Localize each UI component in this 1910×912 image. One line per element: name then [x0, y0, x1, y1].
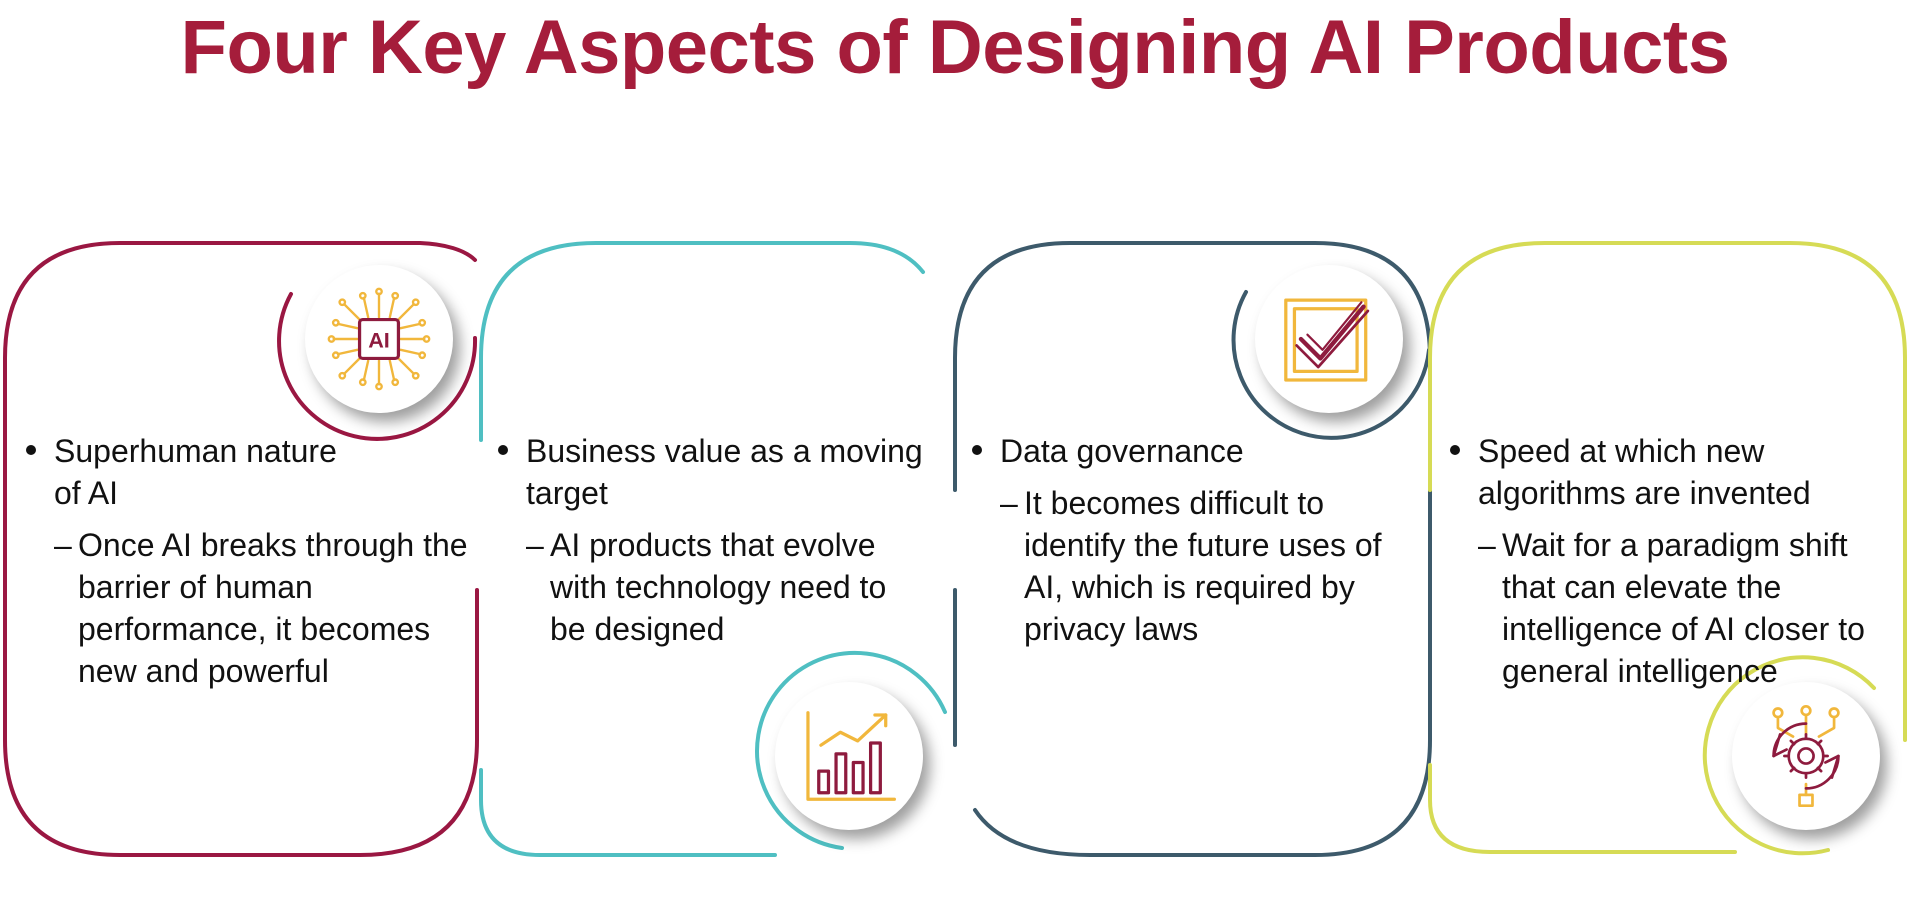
card-3-subpoint: – It becomes difficult to identify the fu… [972, 482, 1424, 650]
card-2-point-text: Business value as a moving target [526, 433, 923, 511]
card-1-subpoint-text: Once AI breaks through the barrier of hu… [78, 527, 468, 689]
card-2-subpoint-text: AI products that evolve with technology … [550, 527, 887, 647]
card-1-subpoint: – Once AI breaks through the barrier of h… [26, 524, 468, 692]
growth-chart-icon [806, 711, 896, 801]
card-1-text: Superhuman nature of AI – Once AI breaks … [26, 430, 476, 692]
card-4-subpoint-text: Wait for a paradigm shift that can eleva… [1502, 527, 1865, 689]
card-2-border [479, 241, 925, 442]
checkmark-icon [1284, 298, 1370, 382]
card-3-subpoint-text: It becomes difficult to identify the fut… [1024, 485, 1382, 647]
dash-marker: – [1000, 485, 1018, 521]
card-2-point: Business value as a moving target [498, 430, 966, 514]
card-2-bottom-border [479, 768, 777, 857]
card-4-bottom-border [1428, 763, 1737, 854]
checkmark-icon-circle [1255, 265, 1403, 413]
card-4-point-text: Speed at which new algorithms are invent… [1478, 433, 1811, 511]
card-3-point-text: Data governance [1000, 433, 1244, 469]
ai-chip-icon: AI [327, 287, 431, 391]
dash-marker: – [526, 527, 544, 563]
card-1-point-text: Superhuman nature of AI [54, 433, 337, 511]
card-1-point: Superhuman nature of AI [26, 430, 344, 514]
gear-network-icon [1772, 704, 1840, 808]
ai-chip-icon-circle: AI [305, 265, 453, 413]
dash-marker: – [54, 527, 72, 563]
card-3-point: Data governance [972, 430, 1400, 472]
card-4-subpoint: – Wait for a paradigm shift that can elev… [1450, 524, 1902, 692]
card-4-point: Speed at which new algorithms are invent… [1450, 430, 1888, 514]
card-2-text: Business value as a moving target – AI pr… [498, 430, 958, 650]
gear-network-icon-circle [1732, 682, 1880, 830]
dash-marker: – [1478, 527, 1496, 563]
card-2-subpoint: – AI products that evolve with technology… [498, 524, 930, 650]
svg-text:AI: AI [368, 328, 390, 353]
growth-chart-icon-circle [775, 682, 923, 830]
card-3-text: Data governance – It becomes difficult to… [972, 430, 1422, 650]
card-4-text: Speed at which new algorithms are invent… [1450, 430, 1900, 692]
